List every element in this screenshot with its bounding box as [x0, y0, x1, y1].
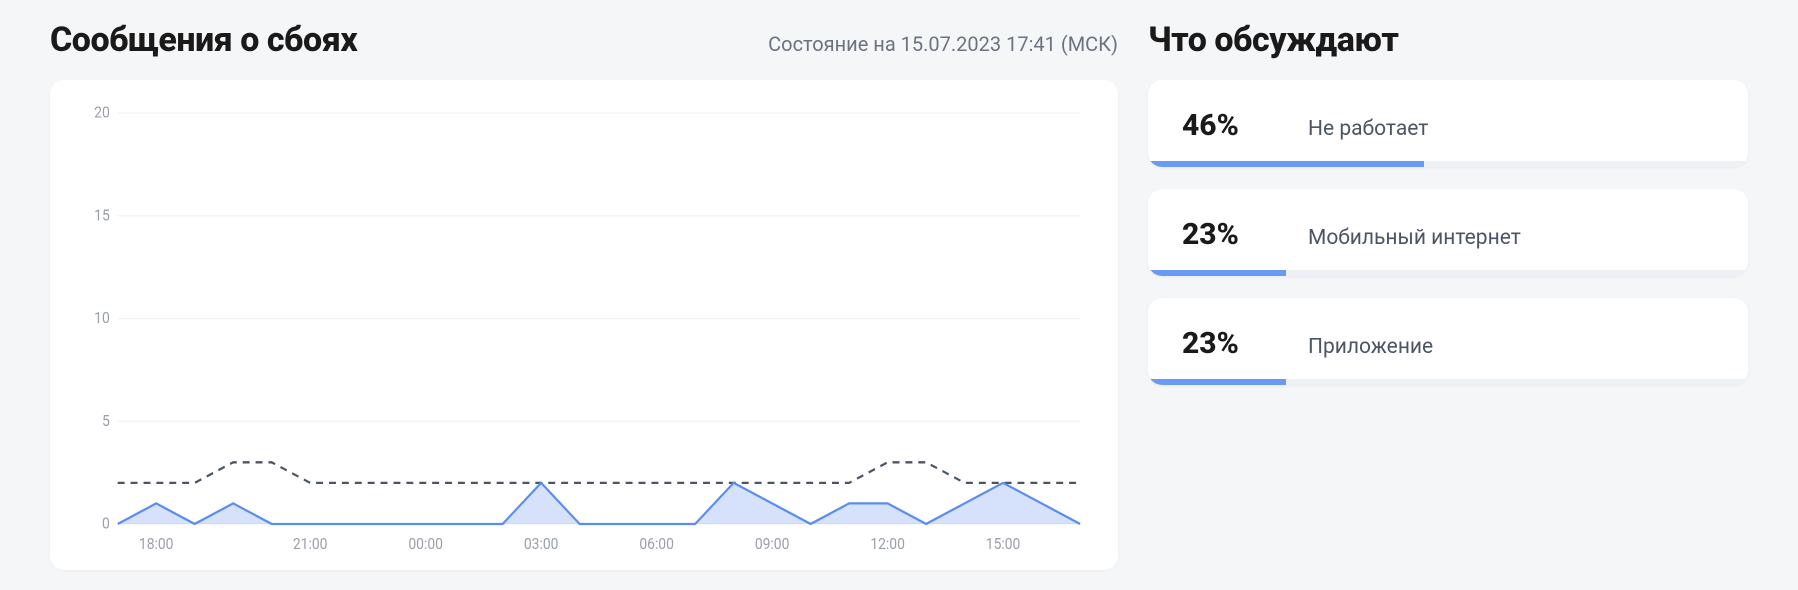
svg-text:0: 0 — [102, 514, 110, 533]
svg-text:03:00: 03:00 — [524, 534, 559, 553]
svg-text:18:00: 18:00 — [139, 534, 174, 553]
topic-label: Приложение — [1308, 335, 1433, 359]
baseline-line — [118, 462, 1080, 483]
topic-bar-fill — [1148, 161, 1424, 167]
svg-text:21:00: 21:00 — [293, 534, 328, 553]
svg-text:20: 20 — [94, 104, 110, 122]
chart-card: 0 5 10 15 20 18:00 21:00 00:00 03:00 06:00 09:00 12… — [50, 80, 1118, 570]
topic-percent: 23% — [1182, 326, 1274, 361]
sidebar-title: Что обсуждают — [1148, 20, 1748, 60]
status-text: Состояние на 15.07.2023 17:41 (МСК) — [768, 32, 1118, 56]
svg-text:09:00: 09:00 — [755, 534, 790, 553]
topic-label: Мобильный интернет — [1308, 226, 1521, 250]
svg-text:00:00: 00:00 — [408, 534, 443, 553]
topic-label: Не работает — [1308, 117, 1428, 141]
svg-text:5: 5 — [102, 411, 110, 430]
reports-line — [118, 483, 1080, 524]
topic-percent: 23% — [1182, 217, 1274, 252]
svg-text:15: 15 — [94, 205, 110, 224]
chart-svg: 0 5 10 15 20 18:00 21:00 00:00 03:00 06:00 09:00 12… — [78, 104, 1090, 558]
topic-percent: 46% — [1182, 108, 1274, 143]
chart-plot: 0 5 10 15 20 18:00 21:00 00:00 03:00 06:00 09:00 12… — [78, 104, 1090, 558]
topic-card[interactable]: 23% Приложение — [1148, 298, 1748, 385]
topics-list: 46% Не работает 23% Мобильный интернет 23% Пр… — [1148, 80, 1748, 407]
topic-bar-fill — [1148, 270, 1286, 276]
svg-text:10: 10 — [94, 308, 110, 327]
page-title: Сообщения о сбоях — [50, 20, 357, 60]
topic-card[interactable]: 23% Мобильный интернет — [1148, 189, 1748, 276]
topic-card[interactable]: 46% Не работает — [1148, 80, 1748, 167]
svg-text:06:00: 06:00 — [639, 534, 674, 553]
svg-text:12:00: 12:00 — [870, 534, 905, 553]
topic-bar-fill — [1148, 379, 1286, 385]
svg-text:15:00: 15:00 — [986, 534, 1021, 553]
